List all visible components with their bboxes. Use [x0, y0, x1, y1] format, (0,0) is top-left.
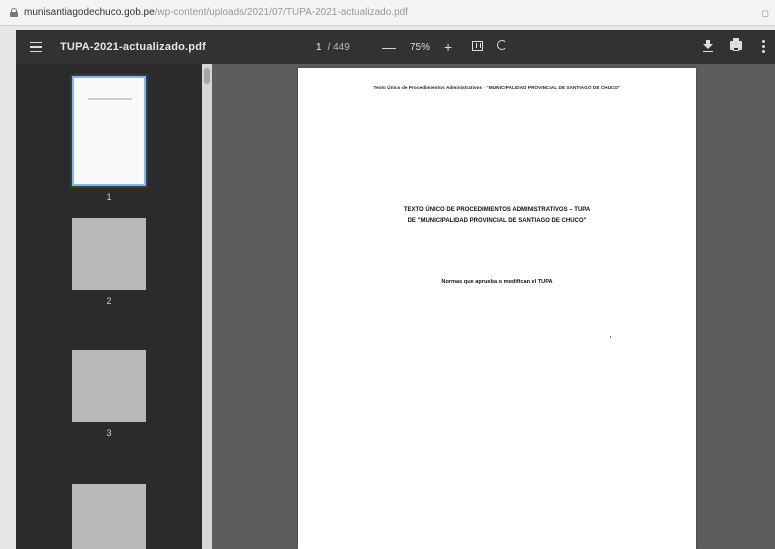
- url-path: /wp-content/uploads/2021/07/TUPA-2021-ac…: [154, 7, 408, 18]
- thumbnail-image: [72, 218, 146, 290]
- scan-artifact: [610, 336, 611, 338]
- lock-icon: [10, 8, 18, 17]
- print-icon[interactable]: [730, 38, 742, 51]
- rotate-icon[interactable]: [497, 40, 507, 50]
- page-thumbnail-4[interactable]: [72, 484, 146, 549]
- thumbnail-image: [72, 484, 146, 549]
- zoom-in-button[interactable]: +: [444, 39, 452, 55]
- address-bar[interactable]: munisantiagodechuco.gob.pe /wp-content/u…: [0, 0, 775, 26]
- download-icon[interactable]: [703, 40, 713, 52]
- document-title-line-1: TEXTO ÚNICO DE PROCEDIMIENTOS ADMINISTRA…: [403, 207, 591, 213]
- fit-page-icon[interactable]: [472, 41, 483, 51]
- more-options-icon[interactable]: [762, 40, 765, 53]
- thumbnail-number: 3: [106, 428, 112, 438]
- document-title: TUPA-2021-actualizado.pdf: [60, 41, 206, 53]
- zoom-controls: — 75% +: [382, 30, 452, 64]
- total-pages: / 449: [327, 41, 350, 53]
- zoom-level[interactable]: 75%: [410, 42, 430, 53]
- page-thumbnail-3[interactable]: 3: [72, 350, 146, 438]
- thumbnail-number: 1: [106, 192, 112, 202]
- page-header: Texto Único de Procedimientos Administra…: [373, 85, 621, 90]
- page-indicator: 1 / 449: [316, 30, 350, 64]
- window-edge: [0, 26, 16, 549]
- thumbnail-sidebar: 1 2 3: [16, 64, 202, 549]
- thumbnail-image: [70, 74, 148, 188]
- tab-indicator-icon[interactable]: ◻: [762, 8, 769, 19]
- pdf-toolbar: TUPA-2021-actualizado.pdf 1 / 449 — 75% …: [16, 30, 775, 64]
- thumbnail-number: 2: [106, 296, 112, 306]
- zoom-out-button[interactable]: —: [382, 39, 396, 55]
- scrollbar-thumb[interactable]: [204, 68, 210, 84]
- document-viewer[interactable]: Texto Único de Procedimientos Administra…: [212, 64, 775, 549]
- url-host: munisantiagodechuco.gob.pe: [24, 7, 155, 18]
- page-thumbnail-1[interactable]: 1: [70, 74, 148, 202]
- page-thumbnail-2[interactable]: 2: [72, 218, 146, 306]
- document-title-line-2: DE "MUNICIPALIDAD PROVINCIAL DE SANTIAGO…: [407, 218, 587, 224]
- document-subtitle: Normas que aprueba o modifican el TUPA: [441, 279, 553, 285]
- sidebar-scrollbar[interactable]: [202, 64, 212, 549]
- pdf-page: Texto Único de Procedimientos Administra…: [298, 68, 696, 549]
- menu-icon[interactable]: [30, 41, 42, 53]
- current-page-input[interactable]: 1: [316, 42, 322, 53]
- thumbnail-image: [72, 350, 146, 422]
